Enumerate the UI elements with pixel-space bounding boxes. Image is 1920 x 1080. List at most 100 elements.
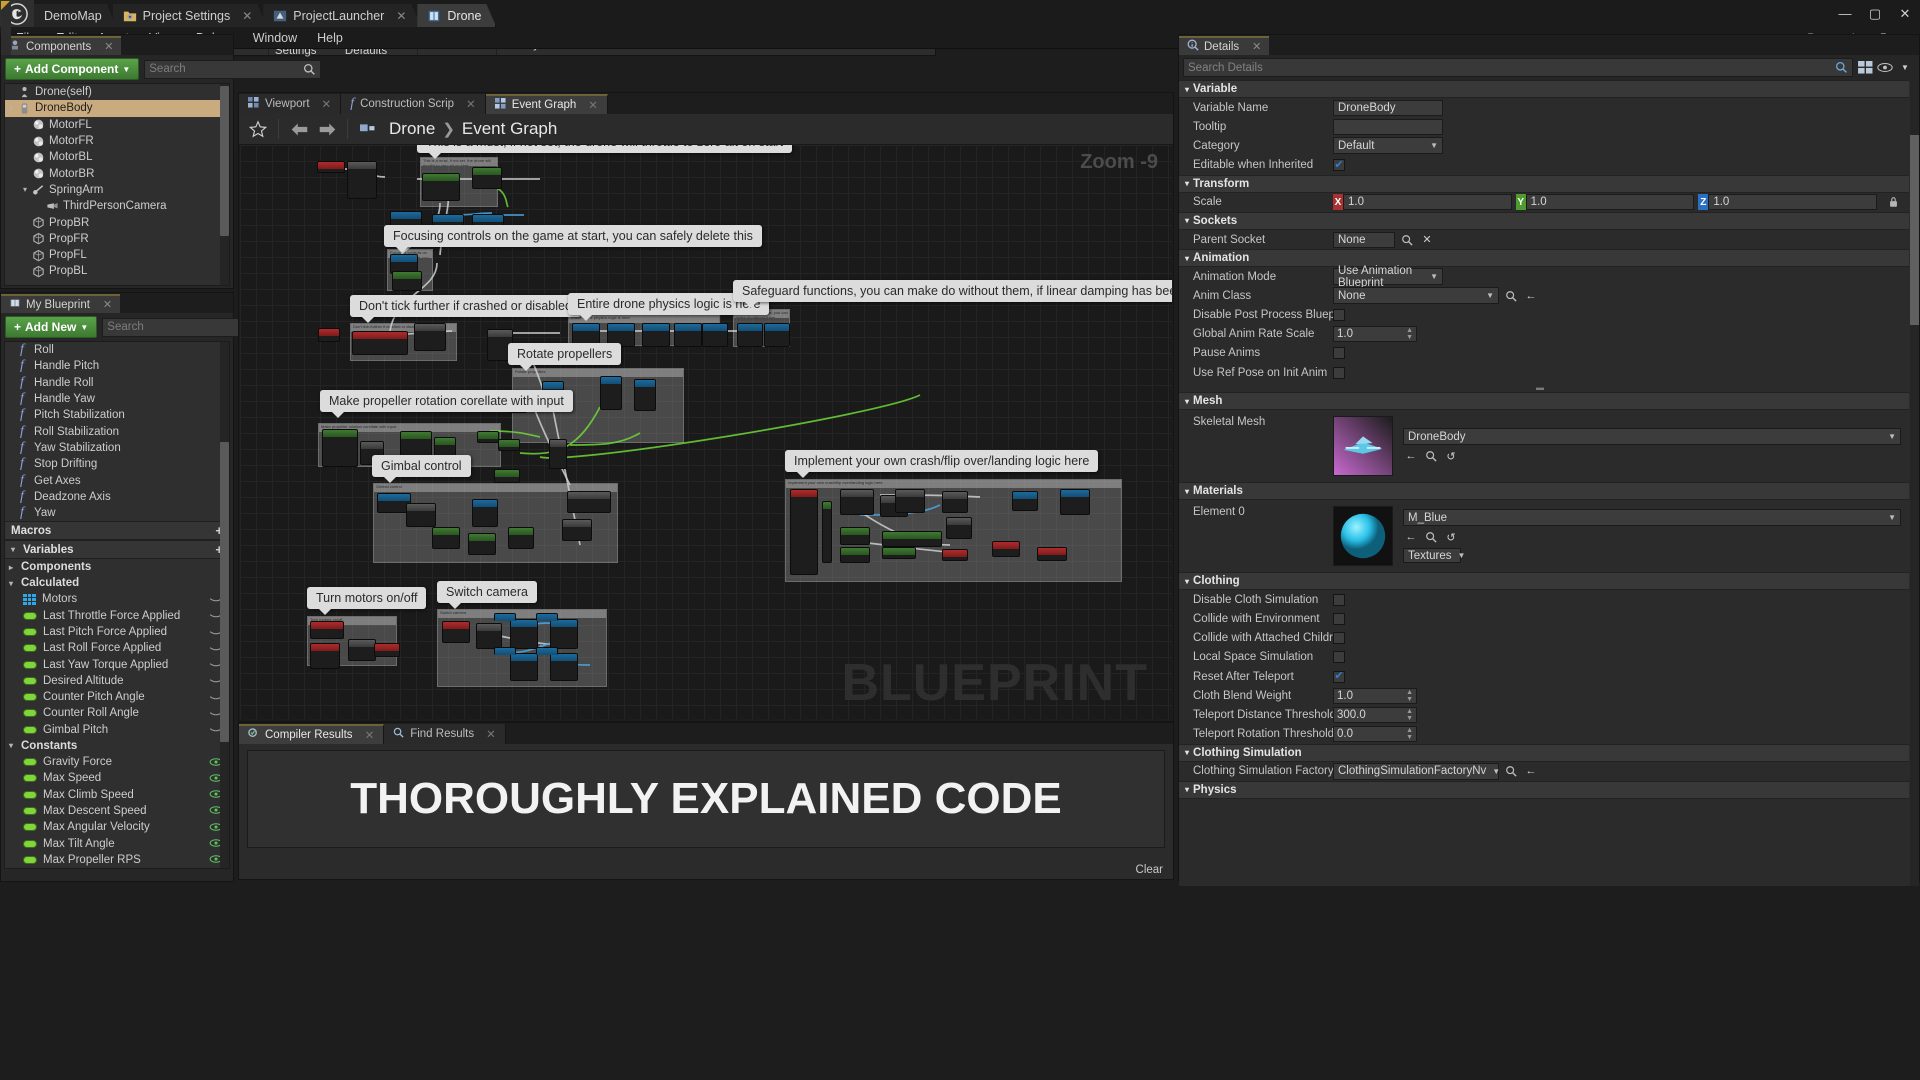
function-list-item[interactable]: fDeadzone Axis bbox=[5, 489, 229, 505]
details-section-sockets[interactable]: ▾Sockets bbox=[1179, 212, 1909, 230]
scroll-thumb[interactable] bbox=[1910, 135, 1919, 325]
graph-node[interactable] bbox=[498, 439, 520, 451]
function-list-item[interactable]: fRoll Stabilization bbox=[5, 423, 229, 439]
scroll-thumb[interactable] bbox=[220, 442, 229, 742]
function-list-item[interactable]: fHandle Yaw bbox=[5, 391, 229, 407]
tab-viewport[interactable]: Viewport ✕ bbox=[239, 94, 341, 114]
function-list-item[interactable]: fHandle Pitch bbox=[5, 358, 229, 374]
close-icon[interactable]: ✕ bbox=[466, 97, 476, 111]
blue-sphere-thumb[interactable] bbox=[1333, 506, 1393, 566]
spinner-field[interactable]: 300.0▲▼ bbox=[1333, 707, 1417, 723]
expander-icon[interactable]: ▸ bbox=[9, 563, 18, 572]
graph-node[interactable] bbox=[310, 621, 344, 639]
components-search[interactable] bbox=[144, 60, 321, 79]
close-icon[interactable]: ✕ bbox=[365, 728, 375, 742]
axis-y-input[interactable]: 1.0 bbox=[1526, 194, 1695, 210]
component-tree-item[interactable]: ▾SpringArm bbox=[5, 182, 229, 198]
details-section-materials[interactable]: ▾Materials bbox=[1179, 482, 1909, 500]
variable-list-item[interactable]: Motors bbox=[5, 591, 229, 607]
clear-button[interactable]: Clear bbox=[1136, 864, 1163, 876]
details-search[interactable] bbox=[1183, 58, 1853, 77]
checkbox[interactable] bbox=[1333, 651, 1345, 663]
graph-node[interactable] bbox=[318, 328, 340, 342]
checkbox[interactable] bbox=[1333, 159, 1345, 171]
component-tree-item[interactable]: PropBL bbox=[5, 263, 229, 279]
browse-icon[interactable] bbox=[1399, 232, 1415, 248]
expander-icon[interactable]: ▾ bbox=[1185, 785, 1189, 794]
checkbox[interactable] bbox=[1333, 632, 1345, 644]
spinner-field[interactable]: 1.0▲▼ bbox=[1333, 688, 1417, 704]
graph-node[interactable] bbox=[764, 323, 790, 347]
minimize-icon[interactable]: — bbox=[1830, 3, 1860, 25]
details-section-physics[interactable]: ▾Physics bbox=[1179, 781, 1909, 799]
browse-icon[interactable] bbox=[1503, 288, 1519, 304]
graph-node[interactable] bbox=[1037, 547, 1067, 561]
graph-node[interactable] bbox=[946, 517, 972, 539]
scroll-thumb[interactable] bbox=[220, 86, 229, 236]
component-tree-item[interactable]: MotorBR bbox=[5, 165, 229, 181]
variable-list-item[interactable]: Pitch Roll Force Multiplier bbox=[5, 868, 229, 869]
asset-dropdown[interactable]: M_Blue▼ bbox=[1403, 509, 1901, 526]
variable-list-item[interactable]: Max Propeller RPS bbox=[5, 852, 229, 868]
graph-node[interactable] bbox=[550, 619, 578, 649]
graph-node[interactable] bbox=[1060, 489, 1090, 515]
axis-z-input[interactable]: 1.0 bbox=[1708, 194, 1877, 210]
graph-node[interactable] bbox=[702, 323, 728, 347]
graph-node[interactable] bbox=[422, 173, 460, 201]
expander-icon[interactable]: ▾ bbox=[9, 579, 18, 588]
component-tree-item[interactable]: ThirdPersonCamera bbox=[5, 198, 229, 214]
reset-icon[interactable]: ↺ bbox=[1443, 448, 1459, 464]
window-tab-demomap[interactable]: DemoMap bbox=[34, 4, 117, 27]
graph-node[interactable] bbox=[322, 429, 358, 467]
menu-item-window[interactable]: Window bbox=[243, 29, 307, 47]
use-selected-icon[interactable]: ← bbox=[1403, 448, 1419, 464]
variable-group-header[interactable]: ▸Components bbox=[5, 559, 229, 575]
graph-node[interactable] bbox=[392, 271, 422, 291]
close-icon[interactable]: ✕ bbox=[242, 9, 252, 23]
add-new-button[interactable]: + Add New ▼ bbox=[5, 316, 97, 338]
details-section-transform[interactable]: ▾Transform bbox=[1179, 175, 1909, 193]
graph-node[interactable] bbox=[942, 549, 968, 561]
graph-node[interactable] bbox=[472, 499, 498, 527]
tab-event-graph[interactable]: Event Graph ✕ bbox=[486, 94, 608, 114]
component-tree-item[interactable]: ▾DroneBody bbox=[5, 100, 229, 116]
text-field[interactable] bbox=[1333, 119, 1443, 135]
window-tab-drone[interactable]: Drone bbox=[417, 4, 496, 27]
drone-mesh-thumb[interactable] bbox=[1333, 416, 1393, 476]
graph-canvas[interactable]: Zoom -9 BLUEPRINT This is a must, if not… bbox=[240, 145, 1172, 719]
expander-icon[interactable]: ▾ bbox=[23, 185, 32, 194]
graph-node[interactable] bbox=[310, 643, 340, 669]
graph-node[interactable] bbox=[1012, 491, 1038, 511]
checkbox[interactable] bbox=[1333, 367, 1345, 379]
graph-node[interactable] bbox=[737, 323, 763, 347]
breadcrumb-drone[interactable]: Drone bbox=[389, 119, 435, 139]
graph-node[interactable] bbox=[549, 439, 567, 469]
function-list-item[interactable]: fHandle Roll bbox=[5, 375, 229, 391]
star-icon[interactable] bbox=[245, 117, 271, 141]
my-blueprint-list[interactable]: fRollfHandle PitchfHandle RollfHandle Ya… bbox=[4, 341, 230, 869]
use-selected-icon[interactable]: ← bbox=[1523, 763, 1539, 779]
details-section-mesh[interactable]: ▾Mesh bbox=[1179, 392, 1909, 410]
variable-list-item[interactable]: Desired Altitude bbox=[5, 673, 229, 689]
component-tree-item[interactable]: Drone(self) bbox=[5, 84, 229, 100]
variable-list-item[interactable]: Counter Roll Angle bbox=[5, 705, 229, 721]
graph-node[interactable] bbox=[477, 431, 499, 443]
variable-list-item[interactable]: Last Throttle Force Applied bbox=[5, 608, 229, 624]
tab-components[interactable]: Components ✕ bbox=[1, 36, 121, 55]
graph-node[interactable] bbox=[476, 623, 502, 649]
variable-list-item[interactable]: Last Roll Force Applied bbox=[5, 640, 229, 656]
function-list-item[interactable]: fPitch Stabilization bbox=[5, 407, 229, 423]
graph-node[interactable] bbox=[840, 527, 870, 545]
variable-group-header[interactable]: ▾Calculated bbox=[5, 575, 229, 591]
eye-icon[interactable] bbox=[1877, 60, 1893, 76]
grid-view-icon[interactable] bbox=[1857, 60, 1873, 76]
checkbox[interactable] bbox=[1333, 309, 1345, 321]
tab-construction-script[interactable]: f Construction Scrip ✕ bbox=[341, 94, 486, 114]
graph-node[interactable] bbox=[510, 653, 538, 681]
variable-list-item[interactable]: Last Yaw Torque Applied bbox=[5, 656, 229, 672]
graph-node[interactable] bbox=[790, 489, 818, 575]
browse-icon[interactable] bbox=[1423, 448, 1439, 464]
variable-group-header[interactable]: ▾Constants bbox=[5, 738, 229, 754]
stepper-arrows-icon[interactable]: ▲▼ bbox=[1406, 689, 1413, 703]
graph-node[interactable] bbox=[494, 613, 516, 621]
